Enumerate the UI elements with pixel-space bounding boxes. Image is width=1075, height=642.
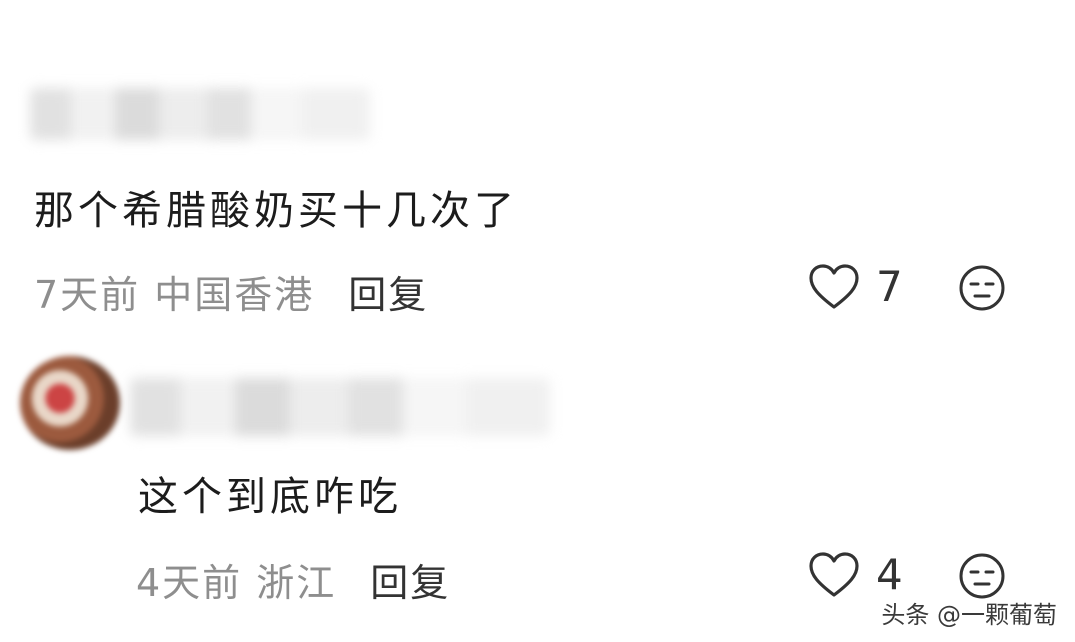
comment-time: 4天前 [136, 561, 243, 605]
like-count: 7 [876, 262, 903, 311]
blurred-username[interactable] [30, 88, 370, 140]
like-button[interactable]: 7 [808, 262, 903, 311]
neutral-face-icon[interactable] [958, 264, 1006, 312]
like-count: 4 [876, 550, 903, 599]
watermark: 头条 @一颗葡萄 [881, 601, 1057, 629]
heart-outline-icon [809, 551, 859, 597]
comment-text: 那个希腊酸奶买十几次了 [34, 188, 518, 234]
reply-button[interactable]: 回复 [370, 552, 450, 607]
comment-location: 中国香港 [154, 273, 315, 317]
comment-meta: 4天前 浙江 回复 [136, 552, 450, 607]
comment-time: 7天前 [34, 273, 141, 317]
neutral-face-icon[interactable] [958, 552, 1006, 600]
comment-meta: 7天前 中国香港 回复 [34, 264, 428, 319]
blurred-username[interactable] [130, 378, 550, 436]
heart-outline-icon [809, 263, 859, 309]
comment-item: 那个希腊酸奶买十几次了 7天前 中国香港 回复 7 [0, 0, 1075, 330]
reply-button[interactable]: 回复 [348, 264, 428, 319]
comment-location: 浙江 [256, 561, 337, 605]
comment-text: 这个到底咋吃 [138, 474, 402, 520]
avatar[interactable] [20, 356, 120, 450]
like-button[interactable]: 4 [808, 550, 903, 599]
